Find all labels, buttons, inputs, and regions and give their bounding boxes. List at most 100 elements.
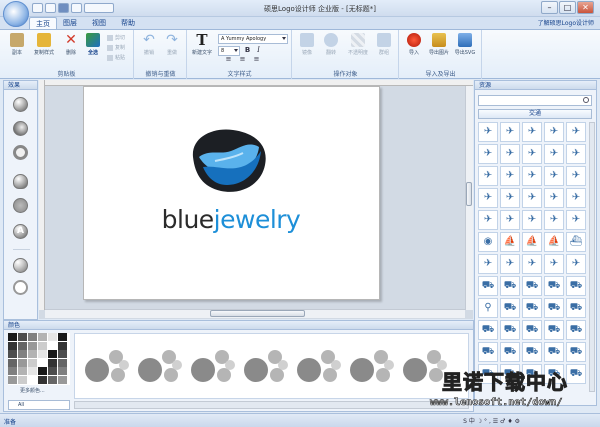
color-swatch[interactable] — [38, 333, 47, 341]
color-swatch[interactable] — [58, 367, 67, 375]
canvas-vscroll-thumb[interactable] — [466, 182, 472, 206]
resource-icon[interactable]: ✈ — [522, 144, 542, 164]
color-swatch[interactable] — [38, 358, 47, 367]
effect-letter-a[interactable]: A — [13, 224, 28, 239]
effect-preset[interactable] — [191, 350, 241, 388]
effect-preset[interactable] — [244, 350, 294, 388]
color-swatch[interactable] — [48, 341, 57, 350]
color-swatch[interactable] — [38, 341, 47, 350]
resource-icon[interactable]: ✈ — [500, 144, 520, 164]
resource-icon[interactable]: ⛟ — [478, 276, 498, 296]
resource-icon[interactable]: ✈ — [500, 210, 520, 230]
resource-icon[interactable]: ✈ — [522, 210, 542, 230]
resource-icon[interactable]: ✈ — [478, 188, 498, 208]
resource-icon[interactable]: ⛟ — [566, 320, 586, 340]
color-swatch[interactable] — [28, 358, 37, 367]
new-text-button[interactable]: T 新建文字 — [191, 33, 213, 57]
resource-icon[interactable]: ⛵ — [544, 232, 564, 252]
resource-icon[interactable]: ✈ — [566, 188, 586, 208]
color-swatch[interactable] — [48, 358, 57, 367]
effect-preset[interactable] — [85, 350, 135, 388]
resource-icon[interactable]: ✈ — [544, 254, 564, 274]
resource-icon[interactable]: ⛟ — [500, 342, 520, 362]
resource-icon[interactable]: ✈ — [544, 210, 564, 230]
tab-layers[interactable]: 图层 — [57, 17, 83, 29]
color-swatch[interactable] — [18, 358, 27, 367]
save-icon[interactable] — [58, 3, 69, 13]
tab-home[interactable]: 主页 — [29, 17, 57, 29]
effect-sphere-2[interactable] — [13, 121, 28, 136]
resource-icon[interactable]: ✈ — [500, 254, 520, 274]
resource-icon[interactable]: ✈ — [566, 166, 586, 186]
color-swatch[interactable] — [28, 333, 37, 341]
design-page[interactable]: bluejewelry — [83, 86, 380, 300]
color-swatch[interactable] — [38, 367, 47, 375]
resource-icon[interactable]: ⛟ — [522, 320, 542, 340]
resource-icon[interactable]: ✈ — [566, 122, 586, 142]
resource-icon[interactable]: ✈ — [544, 122, 564, 142]
export-image-button[interactable]: 导出图片 — [428, 33, 450, 56]
color-swatch[interactable] — [8, 333, 17, 341]
resource-icon[interactable]: ✈ — [544, 188, 564, 208]
resource-icon[interactable]: ⛟ — [522, 298, 542, 318]
color-swatch[interactable] — [18, 333, 27, 341]
color-swatch[interactable] — [48, 375, 57, 384]
open-file-icon[interactable] — [45, 3, 56, 13]
color-swatch[interactable] — [48, 333, 57, 341]
print-icon[interactable] — [71, 3, 82, 13]
color-swatch[interactable] — [18, 350, 27, 358]
resource-icon[interactable]: ⛟ — [544, 276, 564, 296]
effect-preset[interactable] — [350, 350, 400, 388]
color-swatch[interactable] — [28, 350, 37, 358]
paste-button[interactable]: 副本 — [6, 33, 28, 56]
color-swatch[interactable] — [28, 367, 37, 375]
resource-search-input[interactable] — [478, 95, 592, 106]
maximize-button[interactable]: □ — [559, 1, 576, 14]
canvas-hscroll-thumb[interactable] — [210, 310, 305, 317]
rotate-button[interactable]: 翻转 — [320, 33, 342, 56]
effects-hscrollbar[interactable] — [74, 401, 469, 409]
resource-icon[interactable]: ✈ — [478, 144, 498, 164]
color-swatch[interactable] — [38, 350, 47, 358]
font-select[interactable]: A Yummy Apology — [218, 34, 288, 44]
filter-select[interactable]: All — [8, 400, 70, 410]
close-button[interactable]: ✕ — [577, 1, 594, 14]
logo-text[interactable]: bluejewelry — [161, 205, 301, 234]
resource-icon[interactable]: ✈ — [478, 122, 498, 142]
resource-icon[interactable]: ✈ — [500, 166, 520, 186]
resource-icon[interactable]: ⛟ — [478, 320, 498, 340]
transparency-button[interactable]: 不透明度 — [344, 33, 372, 56]
tab-view[interactable]: 视图 — [86, 17, 112, 29]
effect-gloss[interactable] — [13, 258, 28, 273]
effect-ring-1[interactable] — [13, 145, 28, 160]
color-swatch[interactable] — [8, 358, 17, 367]
resource-icon[interactable]: ⛟ — [522, 342, 542, 362]
resource-icon[interactable]: ⛟ — [478, 342, 498, 362]
undo-redo-quick-icon[interactable] — [84, 3, 114, 13]
resource-icon[interactable]: ◉ — [478, 232, 498, 252]
resource-icon[interactable]: ✈ — [500, 188, 520, 208]
resource-icon[interactable]: ⛟ — [544, 342, 564, 362]
resource-icon[interactable]: ⛟ — [566, 276, 586, 296]
select-all-button[interactable]: 全选 — [82, 33, 104, 56]
resource-icon[interactable]: ⛟ — [566, 298, 586, 318]
resource-icon[interactable]: ⛟ — [500, 276, 520, 296]
effect-preset[interactable] — [297, 350, 347, 388]
resource-icon[interactable]: ⛟ — [544, 320, 564, 340]
italic-button[interactable]: I — [254, 46, 263, 55]
resource-icon[interactable]: ✈ — [478, 166, 498, 186]
resource-icon[interactable]: ✈ — [522, 254, 542, 274]
color-swatch[interactable] — [8, 350, 17, 358]
export-svg-button[interactable]: 导出SVG — [454, 33, 476, 56]
color-swatch[interactable] — [8, 341, 17, 350]
resource-icon[interactable]: ⛴ — [566, 232, 586, 252]
app-logo-icon[interactable] — [3, 1, 29, 27]
color-swatch[interactable] — [8, 375, 17, 384]
help-link[interactable]: 了解硕思Logo设计师 — [538, 18, 594, 27]
effect-person[interactable] — [13, 174, 28, 189]
color-swatch[interactable] — [58, 350, 67, 358]
color-swatch[interactable] — [18, 341, 27, 350]
color-swatch[interactable] — [48, 350, 57, 358]
align-right-button[interactable]: ≡ — [252, 55, 261, 64]
resource-icon[interactable]: ✈ — [566, 144, 586, 164]
